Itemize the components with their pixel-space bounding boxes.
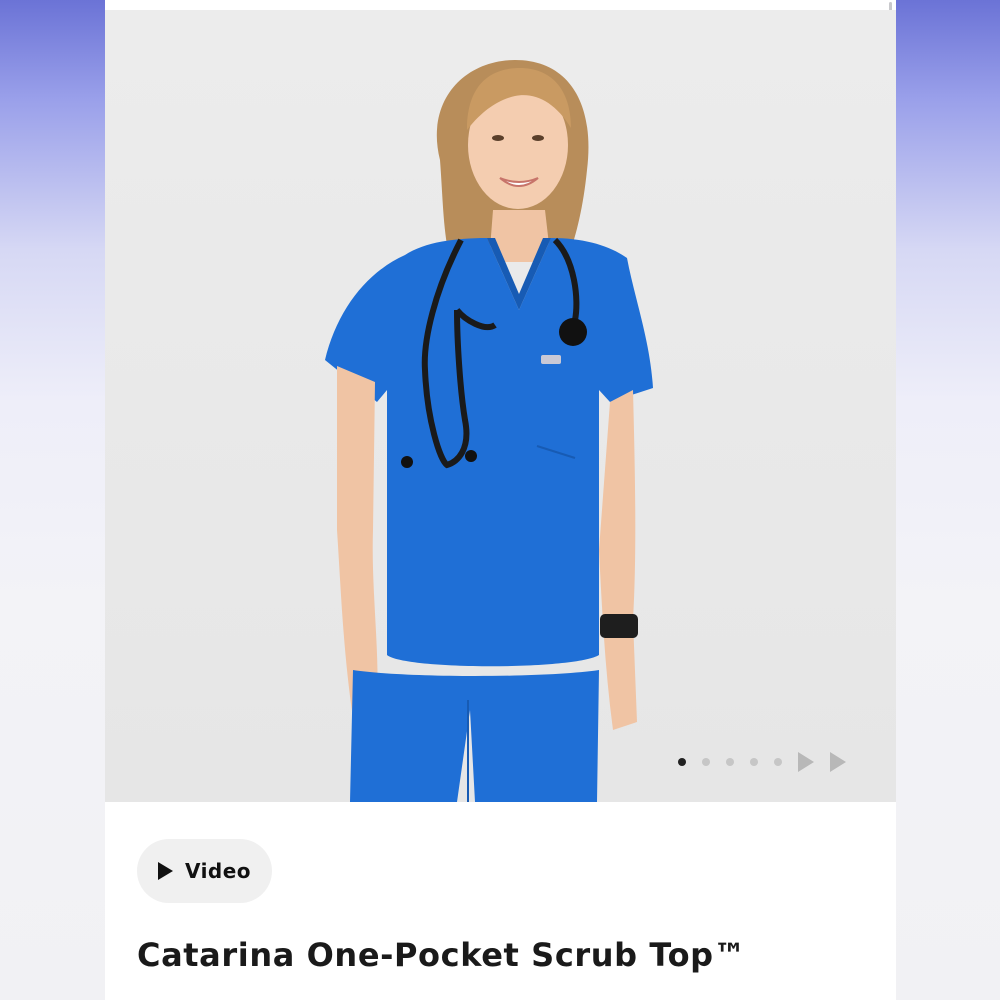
- next-arrow-icon[interactable]: [798, 752, 814, 772]
- product-image-gallery[interactable]: [105, 10, 896, 802]
- video-button-label: Video: [184, 859, 252, 883]
- product-image: [325, 60, 653, 802]
- top-strip: [105, 0, 896, 10]
- carousel-dot-2[interactable]: [702, 758, 710, 766]
- carousel-dot-4[interactable]: [750, 758, 758, 766]
- carousel-dot-1[interactable]: [678, 758, 686, 766]
- product-title: Catarina One-Pocket Scrub Top™: [137, 936, 747, 974]
- product-page: Video Catarina One-Pocket Scrub Top™: [105, 0, 896, 1000]
- carousel-dot-3[interactable]: [726, 758, 734, 766]
- next-arrow-icon[interactable]: [830, 752, 846, 772]
- carousel-indicator[interactable]: [678, 752, 862, 772]
- carousel-dot-5[interactable]: [774, 758, 782, 766]
- play-icon: [157, 862, 173, 880]
- video-button[interactable]: Video: [137, 839, 272, 903]
